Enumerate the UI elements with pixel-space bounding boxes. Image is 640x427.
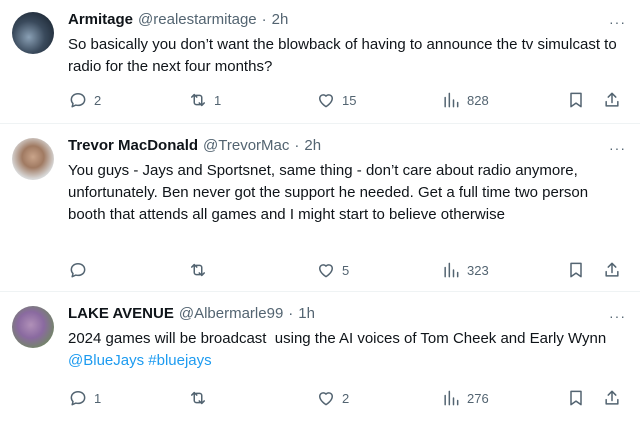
reply-icon [68,90,88,110]
reply-count: 1 [94,390,102,406]
tweet-text: 2024 games will be broadcast using the A… [68,328,628,372]
like-button[interactable]: 5 [316,260,349,280]
bookmark-button[interactable] [566,388,586,408]
tweet-text-body: 2024 games will be broadcast using the A… [68,330,611,347]
repost-button[interactable] [188,260,214,280]
share-button[interactable] [602,260,622,280]
tweet[interactable]: ··· LAKE AVENUE @Albermarle99 · 1h 2024 … [0,292,640,427]
repost-icon [188,388,208,408]
like-button[interactable]: 2 [316,388,349,408]
share-icon [602,260,622,280]
tweet-header: LAKE AVENUE @Albermarle99 · 1h [68,304,628,324]
tweet-text-body: You guys - Jays and Sportsnet, same thin… [68,162,593,223]
timestamp[interactable]: 1h [298,304,315,324]
display-name[interactable]: Armitage [68,10,133,30]
heart-icon [316,90,336,110]
bookmark-icon [566,90,586,110]
repost-icon [188,90,208,110]
reply-button[interactable] [68,260,94,280]
share-button[interactable] [602,388,622,408]
separator: · [261,11,267,28]
bookmark-icon [566,388,586,408]
repost-icon [188,260,208,280]
tweet[interactable]: ··· Trevor MacDonald @TrevorMac · 2h You… [0,124,640,292]
heart-icon [316,260,336,280]
avatar[interactable] [12,12,54,54]
views-chart-icon [441,90,461,110]
bookmark-button[interactable] [566,90,586,110]
repost-button[interactable]: 1 [188,90,221,110]
separator: · [288,305,294,322]
views-chart-icon [441,388,461,408]
share-icon [602,90,622,110]
bookmark-button[interactable] [566,260,586,280]
tweet-links[interactable]: @BlueJays #bluejays [68,352,212,369]
reply-icon [68,260,88,280]
tweet-text-body: So basically you don’t want the blowback… [68,36,621,75]
tweet[interactable]: ··· Armitage @realestarmitage · 2h So ba… [0,0,640,124]
reply-count: 2 [94,92,102,108]
views-button[interactable]: 323 [441,260,489,280]
user-handle[interactable]: @TrevorMac [203,136,289,156]
display-name[interactable]: Trevor MacDonald [68,136,198,156]
bookmark-icon [566,260,586,280]
like-count: 2 [342,390,350,406]
heart-icon [316,388,336,408]
timestamp[interactable]: 2h [272,10,289,30]
view-count: 323 [467,262,489,278]
display-name[interactable]: LAKE AVENUE [68,304,174,324]
like-button[interactable]: 15 [316,90,356,110]
views-chart-icon [441,260,461,280]
share-button[interactable] [602,90,622,110]
timestamp[interactable]: 2h [304,136,321,156]
action-bar: 2 1 15 828 [68,90,628,114]
like-count: 5 [342,262,350,278]
tweet-text: You guys - Jays and Sportsnet, same thin… [68,160,628,226]
reply-icon [68,388,88,408]
separator: · [294,137,300,154]
user-handle[interactable]: @realestarmitage [138,10,257,30]
view-count: 828 [467,92,489,108]
tweet-header: Armitage @realestarmitage · 2h [68,10,628,30]
tweet-header: Trevor MacDonald @TrevorMac · 2h [68,136,628,156]
view-count: 276 [467,390,489,406]
share-icon [602,388,622,408]
avatar[interactable] [12,306,54,348]
views-button[interactable]: 276 [441,388,489,408]
repost-button[interactable] [188,388,214,408]
action-bar: 5 323 [68,260,628,284]
reply-button[interactable]: 1 [68,388,101,408]
action-bar: 1 2 276 [68,388,628,412]
user-handle[interactable]: @Albermarle99 [179,304,283,324]
tweet-text: So basically you don’t want the blowback… [68,34,628,78]
repost-count: 1 [214,92,222,108]
views-button[interactable]: 828 [441,90,489,110]
avatar[interactable] [12,138,54,180]
reply-button[interactable]: 2 [68,90,101,110]
like-count: 15 [342,92,357,108]
